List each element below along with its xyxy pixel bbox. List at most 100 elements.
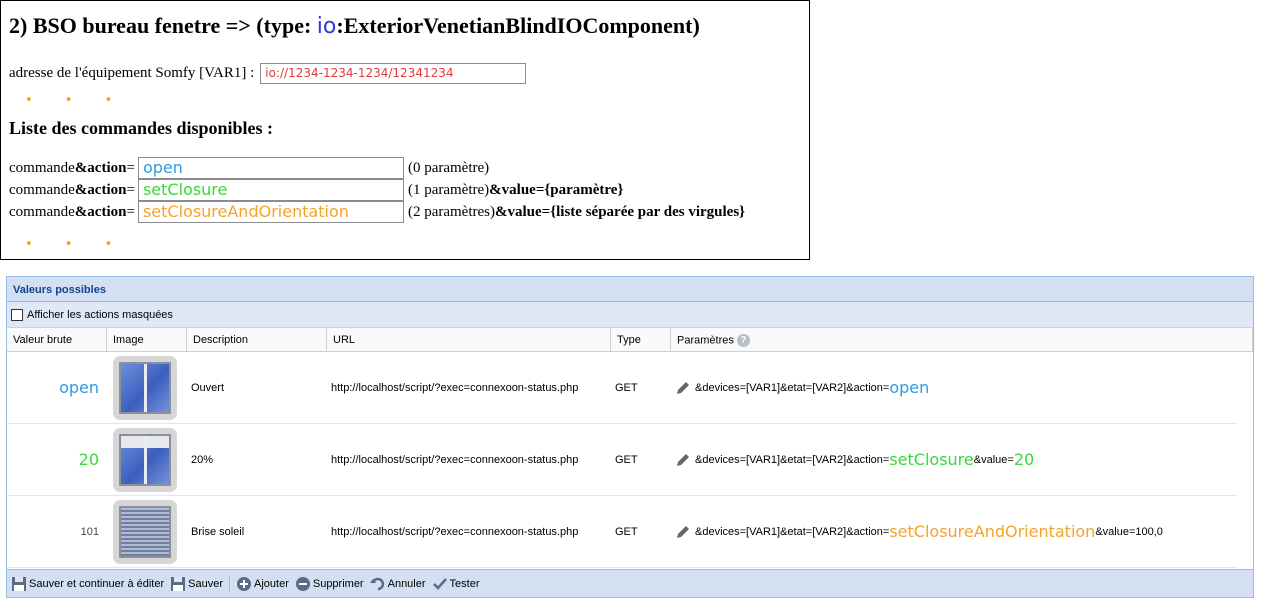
- delete-button[interactable]: Supprimer: [295, 576, 364, 592]
- add-button[interactable]: Ajouter: [236, 576, 289, 592]
- url: http://localhost/script/?exec=connexoon-…: [331, 525, 579, 538]
- param-prefix: &devices=[VAR1]&etat=[VAR2]&action=: [695, 525, 890, 538]
- address-label: adresse de l'équipement Somfy [VAR1] :: [9, 65, 255, 81]
- pencil-icon[interactable]: [675, 380, 691, 396]
- add-label: Ajouter: [254, 577, 289, 590]
- column-header-image[interactable]: Image: [107, 328, 187, 351]
- table-row[interactable]: 20 20% http://localhost/script/?exec=con…: [7, 424, 1237, 496]
- table-row[interactable]: open Ouvert http://localhost/script/?exe…: [7, 352, 1237, 424]
- toolbar-divider: [229, 575, 230, 592]
- command-row: commande &action = setClosure (1 paramèt…: [9, 179, 623, 201]
- param-action: setClosure: [889, 450, 974, 469]
- table-row[interactable]: 101 Brise soleil http://localhost/script…: [7, 496, 1237, 568]
- description: 20%: [191, 453, 214, 466]
- grid-toolbar: Sauver et continuer à éditer Sauver Ajou…: [7, 569, 1253, 597]
- page-title: 2) BSO bureau fenetre => (type: io:Exter…: [9, 13, 700, 39]
- params: &devices=[VAR1]&etat=[VAR2]&action= setCl…: [669, 522, 1163, 541]
- test-label: Tester: [449, 577, 480, 590]
- command-eq: =: [126, 203, 135, 220]
- column-header-url[interactable]: URL: [327, 328, 611, 351]
- window-open-icon: [113, 355, 177, 420]
- column-header-description[interactable]: Description: [187, 328, 327, 351]
- command-value-field[interactable]: open: [137, 157, 404, 179]
- command-params: (0 paramètre): [407, 159, 490, 176]
- show-hidden-checkbox[interactable]: [11, 308, 23, 321]
- save-icon: [171, 576, 186, 591]
- image-cell: [105, 499, 185, 564]
- save-continue-button[interactable]: Sauver et continuer à éditer: [11, 576, 164, 592]
- delete-label: Supprimer: [312, 577, 364, 590]
- command-params-bold: &value={liste séparée par des virgules}: [495, 203, 746, 220]
- description: Ouvert: [191, 381, 225, 394]
- command-bold: &action: [74, 181, 127, 198]
- grid-title: Valeurs possibles: [7, 277, 1253, 302]
- minus-circle-icon: [295, 576, 310, 591]
- raw-value: 101: [80, 525, 99, 538]
- commands-title: Liste des commandes disponibles :: [9, 118, 274, 138]
- command-params-bold: &value={paramètre}: [489, 181, 624, 198]
- title-io: io: [316, 14, 337, 39]
- param-value: 20: [1013, 450, 1035, 469]
- test-button[interactable]: Tester: [432, 576, 480, 592]
- save-continue-label: Sauver et continuer à éditer: [29, 577, 165, 590]
- param-prefix: &devices=[VAR1]&etat=[VAR2]&action=: [695, 381, 890, 394]
- command-prefix: commande: [9, 203, 75, 220]
- param-action: setClosureAndOrientation: [889, 522, 1096, 541]
- image-cell: [105, 427, 185, 492]
- show-hidden-label: Afficher les actions masquées: [27, 308, 173, 321]
- command-bold: &action: [74, 203, 127, 220]
- param-action: open: [889, 378, 930, 397]
- raw-value: 20: [78, 450, 99, 469]
- command-row: commande &action = open (0 paramètre): [9, 157, 489, 179]
- blind-icon: [113, 499, 177, 564]
- command-row: commande &action = setClosureAndOrientat…: [9, 201, 745, 223]
- separator-dots: • • •: [25, 237, 127, 252]
- window-20-icon: [113, 427, 177, 492]
- column-headers: Valeur brute Image Description URL Type …: [7, 328, 1253, 352]
- title-suffix: :ExteriorVenetianBlindIOComponent): [336, 13, 700, 38]
- command-params: (1 paramètre): [407, 181, 490, 198]
- command-eq: =: [126, 181, 135, 198]
- save-icon: [12, 576, 26, 591]
- save-label: Sauver: [188, 577, 223, 590]
- param-value-label: &value=: [973, 453, 1014, 466]
- pencil-icon[interactable]: [675, 452, 691, 468]
- address-field[interactable]: io://1234-1234-1234/12341234: [260, 63, 527, 84]
- cancel-button[interactable]: Annuler: [369, 576, 426, 592]
- params-header-label: Paramètres: [677, 334, 734, 347]
- column-header-params[interactable]: Paramètres ?: [671, 328, 1253, 351]
- address-row: adresse de l'équipement Somfy [VAR1] : i…: [9, 63, 527, 84]
- values-grid: Valeurs possibles Afficher les actions m…: [6, 276, 1254, 598]
- config-document: 2) BSO bureau fenetre => (type: io:Exter…: [0, 0, 810, 260]
- type: GET: [615, 525, 638, 538]
- help-icon[interactable]: ?: [736, 334, 750, 347]
- grid-options: Afficher les actions masquées: [7, 302, 1253, 328]
- column-header-raw[interactable]: Valeur brute: [7, 328, 107, 351]
- raw-value: open: [59, 378, 99, 397]
- command-bold: &action: [74, 159, 127, 176]
- param-prefix: &devices=[VAR1]&etat=[VAR2]&action=: [695, 453, 890, 466]
- params: &devices=[VAR1]&etat=[VAR2]&action= open: [669, 378, 929, 397]
- column-header-type[interactable]: Type: [611, 328, 671, 351]
- pencil-icon[interactable]: [675, 524, 691, 540]
- url: http://localhost/script/?exec=connexoon-…: [331, 381, 579, 394]
- undo-icon: [369, 577, 384, 590]
- cancel-label: Annuler: [387, 577, 426, 590]
- save-button[interactable]: Sauver: [170, 576, 223, 592]
- url: http://localhost/script/?exec=connexoon-…: [331, 453, 579, 466]
- type: GET: [615, 381, 638, 394]
- plus-circle-icon: [237, 576, 251, 591]
- description: Brise soleil: [191, 525, 245, 538]
- params: &devices=[VAR1]&etat=[VAR2]&action= setCl…: [669, 450, 1034, 469]
- param-value-label: &value=100,0: [1095, 525, 1163, 538]
- command-value-field[interactable]: setClosure: [137, 179, 404, 201]
- command-prefix: commande: [9, 159, 75, 176]
- separator-dots: • • •: [25, 93, 127, 108]
- command-params: (2 paramètres): [407, 203, 495, 220]
- command-value-field[interactable]: setClosureAndOrientation: [137, 201, 404, 223]
- type: GET: [615, 453, 638, 466]
- check-icon: [432, 577, 447, 590]
- title-prefix: 2) BSO bureau fenetre => (type:: [9, 13, 317, 38]
- image-cell: [105, 355, 185, 420]
- command-prefix: commande: [9, 181, 75, 198]
